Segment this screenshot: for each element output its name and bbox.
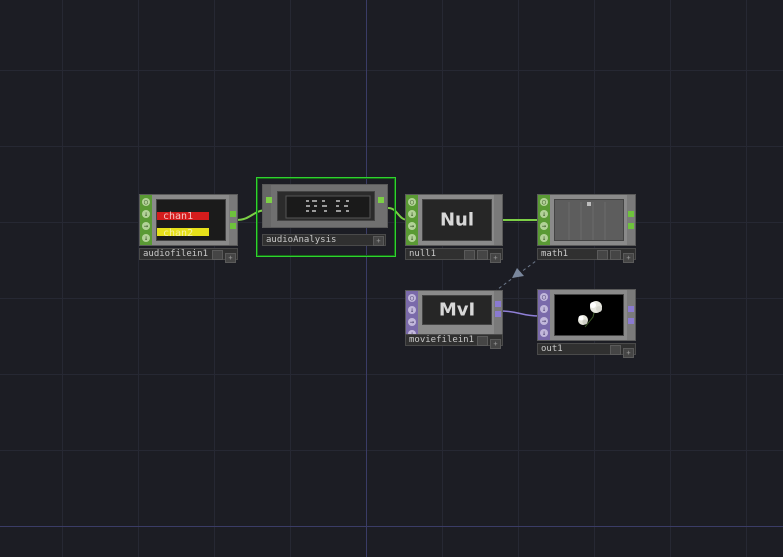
add-icon[interactable]: + xyxy=(373,236,384,246)
node-flag-strip[interactable]: ○ ↓ → ↓ xyxy=(538,290,550,340)
operator-type-text: Nul xyxy=(439,209,475,231)
bypass-icon[interactable] xyxy=(464,250,475,260)
component-viewer[interactable] xyxy=(277,191,375,221)
display-icon[interactable] xyxy=(610,250,621,260)
output-port[interactable] xyxy=(230,211,236,217)
operator-type-text: MvI xyxy=(438,299,476,321)
node-name: null1 xyxy=(409,249,437,259)
input-port[interactable] xyxy=(266,197,272,203)
component-preview xyxy=(285,195,371,219)
add-icon[interactable]: + xyxy=(623,348,634,358)
output-port[interactable] xyxy=(378,197,384,203)
display-icon[interactable] xyxy=(477,250,488,260)
viewer-toggle-icon[interactable]: ○ xyxy=(540,198,548,206)
cook-flag-icon[interactable]: ↓ xyxy=(408,210,416,218)
output-port[interactable] xyxy=(628,306,634,312)
output-port[interactable] xyxy=(628,211,634,217)
viewer-toggle-icon[interactable]: ○ xyxy=(408,294,416,302)
channel-label: chan1 xyxy=(163,211,193,222)
node-name-label[interactable]: null1 + xyxy=(405,248,503,263)
add-icon[interactable]: + xyxy=(623,253,634,263)
viewer-toggle-icon[interactable]: ○ xyxy=(540,293,548,301)
node-flag-strip[interactable]: ○ ↓ → ↓ xyxy=(406,195,418,245)
node-viewer[interactable]: MvI xyxy=(422,295,492,325)
bypass-flag-icon[interactable]: ↓ xyxy=(408,234,416,242)
cook-flag-icon[interactable]: ↓ xyxy=(142,210,150,218)
display-icon[interactable] xyxy=(610,345,621,355)
add-icon[interactable]: + xyxy=(225,253,236,263)
bypass-flag-icon[interactable]: ↓ xyxy=(540,234,548,242)
node-name-label[interactable]: moviefilein1 + xyxy=(405,334,503,349)
bypass-flag-icon[interactable]: ↓ xyxy=(540,329,548,337)
node-viewer[interactable]: chan1 chan2 xyxy=(156,199,226,241)
node-name-label[interactable]: out1 + xyxy=(537,343,636,358)
bypass-icon[interactable] xyxy=(212,250,223,260)
network-editor[interactable]: ○ ↓ → ↓ chan1 chan2 audiofilein1 + audio… xyxy=(0,0,783,557)
channel-bar-viewer xyxy=(555,200,623,240)
export-flag-icon[interactable]: → xyxy=(540,222,548,230)
output-port[interactable] xyxy=(230,223,236,229)
node-name-label[interactable]: audiofilein1 + xyxy=(139,248,238,263)
node-viewer[interactable] xyxy=(554,199,624,241)
export-flag-icon[interactable]: → xyxy=(142,222,150,230)
node-name: audiofilein1 xyxy=(143,249,209,259)
add-icon[interactable]: + xyxy=(490,339,501,349)
waveform-viewer: chan1 chan2 xyxy=(157,200,225,240)
add-icon[interactable]: + xyxy=(490,253,501,263)
output-port[interactable] xyxy=(628,318,634,324)
flowers-image-preview xyxy=(555,295,623,335)
output-port[interactable] xyxy=(495,311,501,317)
node-viewer[interactable] xyxy=(554,294,624,336)
node-name-label[interactable]: math1 + xyxy=(537,248,636,263)
node-name: math1 xyxy=(541,249,569,259)
bypass-flag-icon[interactable]: ↓ xyxy=(142,234,150,242)
node-viewer[interactable]: Nul xyxy=(422,199,492,241)
viewer-toggle-icon[interactable]: ○ xyxy=(142,198,150,206)
export-flag-icon[interactable]: → xyxy=(540,317,548,325)
node-name: moviefilein1 xyxy=(409,335,475,345)
export-arrow-icon xyxy=(512,268,524,278)
output-port[interactable] xyxy=(628,223,634,229)
node-flag-strip[interactable]: ○ ↓ → ↓ xyxy=(140,195,152,245)
export-flag-icon[interactable]: → xyxy=(408,318,416,326)
viewer-toggle-icon[interactable]: ○ xyxy=(408,198,416,206)
cook-flag-icon[interactable]: ↓ xyxy=(408,306,416,314)
node-name-label[interactable]: audioAnalysis + xyxy=(262,234,386,246)
node-flag-strip[interactable]: ○ ↓ → ↓ xyxy=(538,195,550,245)
output-port[interactable] xyxy=(495,301,501,307)
cook-flag-icon[interactable]: ↓ xyxy=(540,305,548,313)
node-name: audioAnalysis xyxy=(266,235,337,245)
cook-flag-icon[interactable]: ↓ xyxy=(540,210,548,218)
export-flag-icon[interactable]: → xyxy=(408,222,416,230)
node-name: out1 xyxy=(541,344,563,354)
wires-layer xyxy=(235,207,541,317)
bypass-icon[interactable] xyxy=(477,336,488,346)
bypass-icon[interactable] xyxy=(597,250,608,260)
wire-moviefilein1-to-out1 xyxy=(499,310,541,317)
channel-label: chan2 xyxy=(163,228,193,239)
